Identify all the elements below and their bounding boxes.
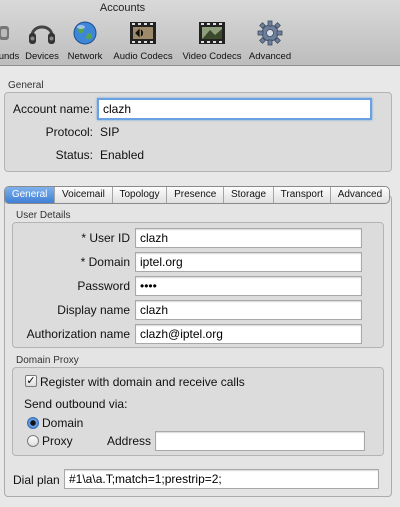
- address-input[interactable]: [155, 431, 365, 451]
- video-film-icon: [179, 20, 245, 49]
- account-name-input[interactable]: clazh: [97, 98, 372, 120]
- auth-name-label: Authorization name: [26, 327, 130, 341]
- user-details-section-label: User Details: [16, 210, 71, 221]
- gear-icon: [246, 20, 294, 49]
- radio-domain-label: Domain: [42, 416, 84, 430]
- headset-icon: [24, 20, 60, 49]
- tab-transport[interactable]: Transport: [274, 187, 331, 203]
- tab-storage[interactable]: Storage: [224, 187, 274, 203]
- password-input[interactable]: ••••: [135, 276, 362, 296]
- protocol-value: SIP: [100, 125, 120, 139]
- toolbar-devices[interactable]: Devices: [24, 20, 60, 62]
- radio-proxy[interactable]: [27, 435, 39, 447]
- tab-general[interactable]: General: [5, 187, 56, 203]
- radio-proxy-label: Proxy: [42, 434, 73, 448]
- toolbar-label: Video Codecs: [182, 51, 242, 62]
- window-title: Accounts: [99, 2, 146, 14]
- register-checkbox[interactable]: ✓: [25, 375, 37, 387]
- domain-label: * Domain: [80, 255, 130, 269]
- tab-advanced[interactable]: Advanced: [331, 187, 389, 203]
- user-id-label: * User ID: [81, 231, 130, 245]
- register-label: Register with domain and receive calls: [40, 375, 245, 389]
- status-label: Status:: [55, 148, 93, 162]
- general-section-label: General: [8, 80, 44, 91]
- toolbar: Accounts unds Devices Network Audio Code…: [0, 0, 400, 66]
- radio-domain[interactable]: [27, 417, 39, 429]
- dial-plan-input[interactable]: #1\a\a.T;match=1;prestrip=2;: [64, 469, 379, 489]
- toolbar-label: Network: [67, 51, 103, 62]
- toolbar-audio-codecs[interactable]: Audio Codecs: [111, 20, 175, 62]
- address-label: Address: [107, 434, 152, 448]
- toolbar-advanced[interactable]: Advanced: [246, 20, 294, 62]
- dial-plan-label: Dial plan: [13, 473, 60, 487]
- toolbar-label: Advanced: [248, 51, 292, 62]
- protocol-label: Protocol:: [45, 125, 93, 139]
- domain-proxy-section-label: Domain Proxy: [16, 355, 79, 366]
- send-outbound-label: Send outbound via:: [24, 397, 128, 411]
- tab-bar: General Voicemail Topology Presence Stor…: [4, 186, 390, 204]
- user-id-input[interactable]: clazh: [135, 228, 362, 248]
- toolbar-video-codecs[interactable]: Video Codecs: [179, 20, 245, 62]
- toolbar-label: Devices: [25, 51, 59, 62]
- tab-presence[interactable]: Presence: [167, 187, 225, 203]
- sounds-icon: [0, 20, 20, 49]
- toolbar-network[interactable]: Network: [64, 20, 106, 62]
- toolbar-label: unds: [0, 51, 20, 62]
- display-name-input[interactable]: clazh: [135, 300, 362, 320]
- toolbar-label: Audio Codecs: [113, 51, 173, 62]
- auth-name-input[interactable]: clazh@iptel.org: [135, 324, 362, 344]
- audio-film-icon: [111, 20, 175, 49]
- account-name-label: Account name:: [12, 102, 93, 116]
- display-name-label: Display name: [57, 303, 130, 317]
- domain-input[interactable]: iptel.org: [135, 252, 362, 272]
- globe-icon: [64, 20, 106, 49]
- status-value: Enabled: [100, 148, 145, 162]
- toolbar-sounds[interactable]: unds: [0, 20, 20, 62]
- password-label: Password: [77, 279, 130, 293]
- tab-voicemail[interactable]: Voicemail: [55, 187, 113, 203]
- tab-topology[interactable]: Topology: [113, 187, 168, 203]
